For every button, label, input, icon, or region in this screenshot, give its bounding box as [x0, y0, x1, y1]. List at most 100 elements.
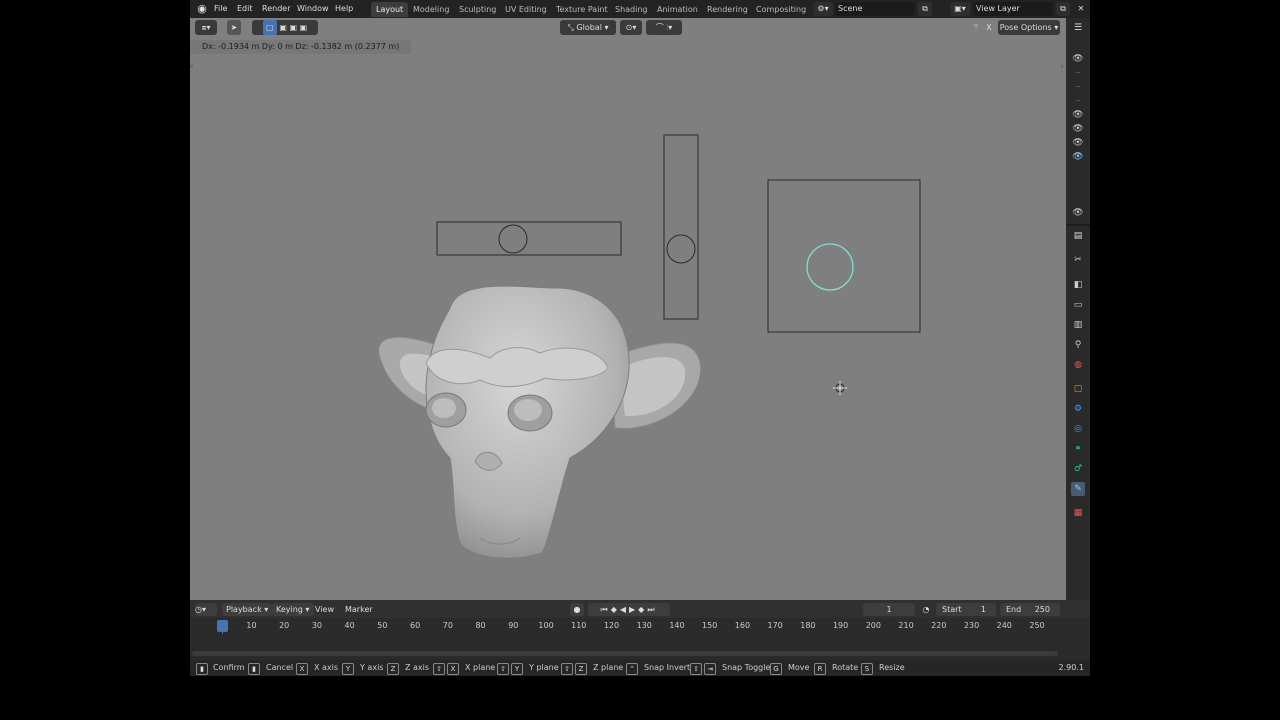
preview-range-icon[interactable]: ◔: [919, 603, 933, 616]
blender-window: ◉ File Edit Render Window Help Layout Mo…: [190, 0, 1090, 676]
playhead-marker[interactable]: [217, 620, 228, 632]
jump-keyframe-forward-icon[interactable]: ◆: [638, 605, 647, 614]
properties-editor-icon[interactable]: ▤: [1071, 229, 1085, 243]
view-layer-properties-icon[interactable]: ▥: [1071, 318, 1085, 332]
timeline-editor[interactable]: ◷▾ Playback ▾ Keying ▾ View Marker ● ⏮◆◀…: [190, 600, 1090, 660]
tab-layout[interactable]: Layout: [371, 2, 409, 17]
end-value: 250: [1034, 605, 1050, 614]
menu-edit[interactable]: Edit: [237, 0, 253, 18]
visibility-eye-icon[interactable]: ⌣: [1071, 96, 1085, 106]
3d-cursor-icon[interactable]: [833, 381, 847, 395]
hint-z-plane: Z plane: [593, 663, 624, 672]
visibility-eye-icon[interactable]: 👁: [1071, 152, 1085, 162]
material-properties-icon[interactable]: ▦: [1071, 506, 1085, 520]
visibility-eye-icon[interactable]: 👁: [1071, 138, 1085, 148]
menu-render[interactable]: Render: [262, 0, 290, 18]
selected-bone-circle[interactable]: [806, 243, 854, 291]
timeline-scrollbar[interactable]: [192, 651, 1058, 656]
output-properties-icon[interactable]: ▭: [1071, 298, 1085, 312]
view-layer-field[interactable]: View Layer: [973, 2, 1053, 16]
scene-browse-icon[interactable]: ⚙▾: [813, 2, 833, 16]
bone-control-vertical[interactable]: [663, 134, 699, 320]
tool-properties-icon[interactable]: ✂: [1071, 253, 1085, 267]
visibility-eye-icon[interactable]: 👁: [1071, 208, 1085, 218]
jump-end-icon[interactable]: ⏭: [647, 605, 657, 614]
scene-properties-icon[interactable]: ⚲: [1071, 338, 1085, 352]
keying-menu[interactable]: Keying ▾: [272, 603, 314, 616]
hint-z-axis: Z axis: [405, 663, 430, 672]
visibility-eye-icon[interactable]: ⌣: [1071, 82, 1085, 92]
hint-snap-invert: Snap Invert: [644, 663, 691, 672]
hint-x-plane: X plane: [465, 663, 496, 672]
tab-rendering[interactable]: Rendering: [702, 2, 753, 17]
hint-x-axis: X axis: [314, 663, 339, 672]
view-menu[interactable]: View: [315, 603, 334, 616]
tab-uv-editing[interactable]: UV Editing: [500, 2, 552, 17]
scene-name-field[interactable]: Scene: [835, 2, 915, 16]
constraint-properties-icon[interactable]: ⚭: [1071, 442, 1085, 456]
jump-start-icon[interactable]: ⏮: [600, 605, 610, 614]
bone-control-square[interactable]: [767, 179, 921, 333]
visibility-eye-icon[interactable]: ⌣: [1071, 68, 1085, 78]
tab-texture-paint[interactable]: Texture Paint: [551, 2, 613, 17]
scene-name: Scene: [838, 4, 863, 13]
frame-tick-label: 90: [508, 621, 519, 630]
start-label: Start: [942, 605, 962, 614]
marker-menu[interactable]: Marker: [345, 603, 373, 616]
key-s: S: [861, 663, 873, 675]
tab-sculpting[interactable]: Sculpting: [454, 2, 501, 17]
view-layer-browse-icon[interactable]: ▣▾: [950, 2, 970, 16]
keying-label: Keying: [276, 605, 303, 614]
frame-tick-label: 180: [800, 621, 816, 630]
jump-keyframe-back-icon[interactable]: ◆: [611, 605, 620, 614]
blender-logo-icon[interactable]: ◉: [195, 2, 209, 16]
tab-animation[interactable]: Animation: [652, 2, 703, 17]
tab-compositing[interactable]: Compositing: [751, 2, 811, 17]
key-shift: ⇧: [497, 663, 509, 675]
play-icon[interactable]: ▶: [629, 605, 638, 614]
new-view-layer-icon[interactable]: ⧉: [1056, 2, 1070, 16]
suzanne-mesh[interactable]: [378, 285, 701, 559]
physics-properties-icon[interactable]: ◎: [1071, 422, 1085, 436]
hint-y-plane: Y plane: [529, 663, 559, 672]
outliner-editor-icon[interactable]: ☰: [1071, 21, 1085, 35]
timeline-editor-type-icon[interactable]: ◷▾: [195, 603, 217, 616]
properties-collapsed[interactable]: ▤ ✂ ◧ ▭ ▥ ⚲ ◍ ▢ ⚙ ◎ ⚭ ♂ ✎ ▦: [1066, 226, 1090, 600]
play-reverse-icon[interactable]: ◀: [620, 605, 629, 614]
frame-tick-label: 80: [475, 621, 486, 630]
visibility-eye-icon[interactable]: 👁: [1071, 110, 1085, 120]
world-properties-icon[interactable]: ◍: [1071, 358, 1085, 372]
viewport-scene: [378, 134, 921, 559]
frame-tick-label: 40: [344, 621, 355, 630]
modifier-properties-icon[interactable]: ⚙: [1071, 402, 1085, 416]
tab-shading[interactable]: Shading: [610, 2, 653, 17]
key-tab: ⇥: [704, 663, 716, 675]
frame-tick-label: 100: [538, 621, 554, 630]
armature-data-icon[interactable]: ♂: [1071, 462, 1085, 476]
outliner-collapsed[interactable]: ☰ 👁 ⌣ ⌣ ⌣ 👁 👁 👁 👁 👁: [1066, 18, 1090, 224]
frame-tick-label: 10: [246, 621, 257, 630]
visibility-eye-icon[interactable]: 👁: [1071, 124, 1085, 134]
menu-help[interactable]: Help: [335, 0, 353, 18]
frame-tick-label: 110: [571, 621, 587, 630]
current-frame-field[interactable]: 1: [863, 603, 915, 616]
record-icon[interactable]: ●: [570, 603, 584, 616]
playback-controls[interactable]: ⏮◆◀▶◆⏭: [588, 603, 670, 616]
playback-menu[interactable]: Playback ▾: [222, 603, 272, 616]
menu-window[interactable]: Window: [297, 0, 329, 18]
timeline-keyframe-area[interactable]: [190, 634, 1066, 660]
bone-properties-icon[interactable]: ✎: [1071, 482, 1085, 496]
tab-modeling[interactable]: Modeling: [408, 2, 454, 17]
bone-control-horizontal[interactable]: [436, 221, 622, 256]
menu-file[interactable]: File: [214, 0, 227, 18]
start-frame-field[interactable]: Start 1: [936, 603, 996, 616]
new-scene-icon[interactable]: ⧉: [918, 2, 932, 16]
render-properties-icon[interactable]: ◧: [1071, 278, 1085, 292]
3d-viewport[interactable]: ⧈▾ ➤ ▢ ▣ ▣ ▣ ⤡ Global ▾ ⊙▾ ⌒ ⫶▾ ⚚ X Pose…: [190, 18, 1066, 600]
visibility-eye-icon[interactable]: 👁: [1071, 54, 1085, 64]
remove-view-layer-icon[interactable]: ✕: [1074, 2, 1088, 16]
frame-ruler[interactable]: 1102030405060708090100110120130140150160…: [190, 618, 1066, 634]
frame-tick-label: 200: [865, 621, 881, 630]
object-properties-icon[interactable]: ▢: [1071, 382, 1085, 396]
end-frame-field[interactable]: End 250: [1000, 603, 1060, 616]
